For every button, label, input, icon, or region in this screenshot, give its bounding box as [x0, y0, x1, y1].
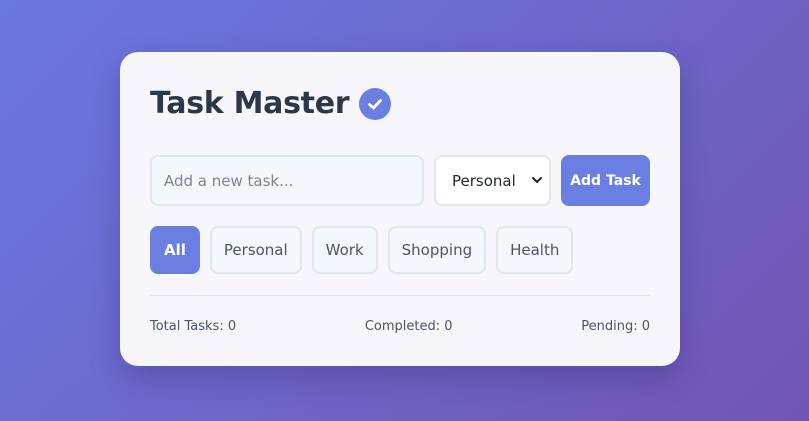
chevron-down-icon [531, 172, 543, 190]
check-badge-icon [359, 87, 392, 120]
filter-shopping[interactable]: Shopping [387, 226, 487, 274]
add-task-form: Personal Add Task [150, 155, 650, 206]
filter-health[interactable]: Health [496, 226, 574, 274]
completed-stat: Completed: 0 [364, 319, 453, 334]
divider [150, 295, 650, 296]
category-selected-value: Personal [452, 171, 516, 190]
filter-personal[interactable]: Personal [209, 226, 302, 274]
pending-stat: Pending: 0 [581, 319, 650, 334]
filter-bar: All Personal Work Shopping Health [150, 226, 583, 274]
task-input[interactable] [150, 155, 424, 206]
stats-bar: Total Tasks: 0 Completed: 0 Pending: 0 [150, 319, 650, 334]
app-title: Task Master [150, 86, 350, 121]
task-card: Task Master Personal Add Task All Person… [120, 52, 680, 366]
category-select[interactable]: Personal [434, 155, 551, 206]
add-task-button[interactable]: Add Task [561, 155, 650, 206]
filter-all[interactable]: All [150, 226, 200, 274]
header: Task Master [150, 86, 392, 121]
filter-work[interactable]: Work [311, 226, 378, 274]
total-tasks-stat: Total Tasks: 0 [150, 319, 237, 334]
